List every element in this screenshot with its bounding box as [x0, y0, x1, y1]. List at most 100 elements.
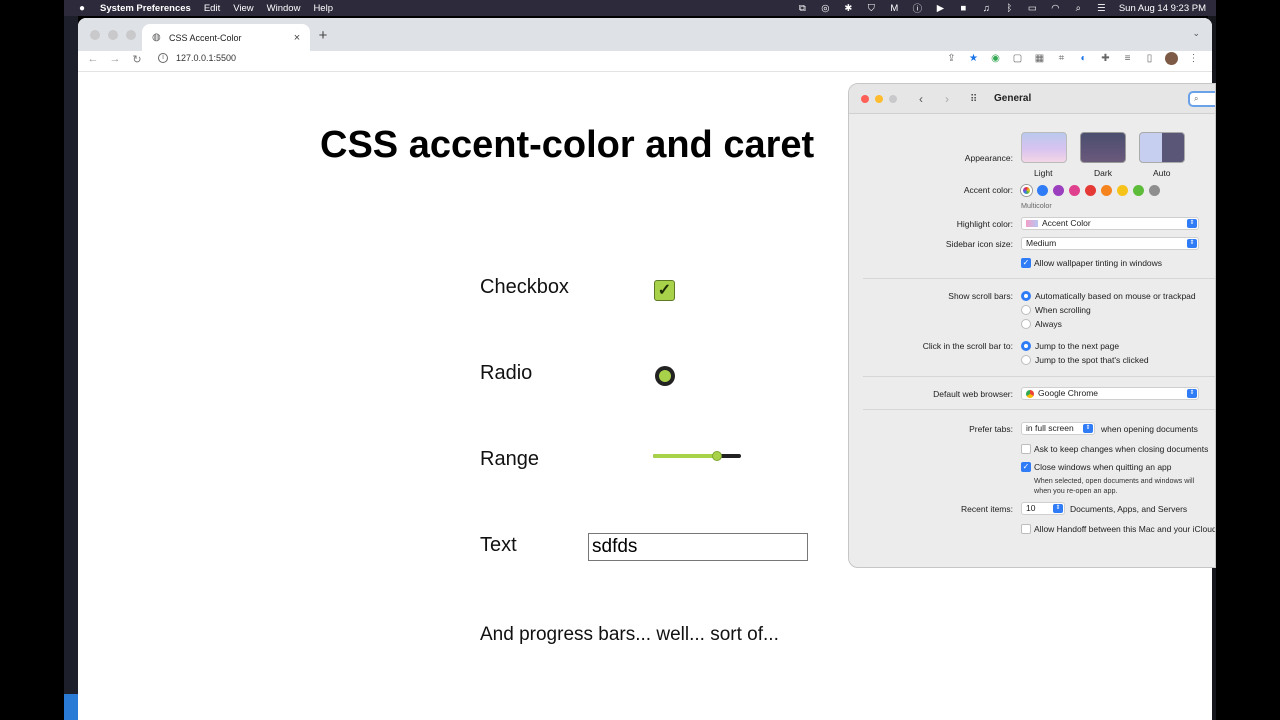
prefs-search-field[interactable]: ⌕: [1188, 91, 1215, 107]
progress-text: And progress bars... well... sort of...: [480, 624, 779, 645]
extension-code-icon[interactable]: ⌗: [1055, 52, 1068, 65]
color-picker-icon[interactable]: ◉: [989, 52, 1002, 65]
control-center-icon[interactable]: ☰: [1096, 3, 1107, 14]
creative-cloud-icon[interactable]: ◎: [820, 3, 831, 14]
handoff-label: Allow Handoff between this Mac and your …: [1034, 524, 1216, 534]
accent-color-swatch[interactable]: [1085, 185, 1096, 196]
extension-blue-icon[interactable]: ◐: [1077, 52, 1090, 65]
scroll-when-scrolling-radio[interactable]: [1021, 305, 1031, 315]
url-text: 127.0.0.1:5500: [176, 53, 237, 63]
close-tab-icon[interactable]: ×: [290, 32, 304, 44]
extension-icon[interactable]: ✱: [843, 3, 854, 14]
chevron-down-icon[interactable]: ⌄: [1192, 28, 1200, 39]
demo-radio[interactable]: [655, 366, 675, 386]
mail-icon[interactable]: M: [889, 3, 900, 14]
highlight-color-popup[interactable]: Accent Color ⇕: [1021, 217, 1199, 230]
wifi-icon[interactable]: ◠: [1050, 3, 1061, 14]
popup-arrows-icon: ⇕: [1187, 239, 1197, 248]
apple-menu-icon[interactable]: ●: [75, 3, 89, 14]
extension-box-icon[interactable]: ▢: [1011, 52, 1024, 65]
close-windows-label: Close windows when quitting an app: [1034, 462, 1172, 472]
search-icon[interactable]: ⌕: [1073, 3, 1084, 14]
zoom-window-button[interactable]: [126, 30, 136, 40]
appearance-dark-option[interactable]: [1080, 132, 1126, 163]
demo-text-input[interactable]: [588, 533, 808, 561]
menu-view[interactable]: View: [233, 3, 253, 14]
share-icon[interactable]: ⇪: [945, 52, 958, 65]
extension-grid-icon[interactable]: ▦: [1033, 52, 1046, 65]
reading-list-icon[interactable]: ≡: [1121, 52, 1134, 65]
info-icon[interactable]: ⓘ: [912, 4, 923, 15]
accent-color-swatch[interactable]: [1133, 185, 1144, 196]
profile-avatar[interactable]: [1165, 52, 1178, 65]
puzzle-icon[interactable]: ✚: [1099, 52, 1112, 65]
prefs-pane-title: General: [994, 93, 1032, 104]
demo-range-slider[interactable]: [653, 451, 741, 461]
scroll-auto-radio[interactable]: [1021, 291, 1031, 301]
menubar-clock[interactable]: Sun Aug 14 9:23 PM: [1119, 3, 1206, 14]
close-windows-checkbox[interactable]: ✓: [1021, 462, 1031, 472]
more-menu-icon[interactable]: ⋮: [1187, 52, 1200, 65]
demo-checkbox[interactable]: ✓: [654, 280, 675, 301]
headphones-icon[interactable]: ♫: [981, 3, 992, 14]
bookmark-star-icon[interactable]: ★: [967, 52, 980, 65]
show-all-grid-icon[interactable]: ⠿: [970, 94, 977, 105]
recent-items-stepper[interactable]: 10 ⇕: [1021, 502, 1065, 515]
record-icon[interactable]: ■: [958, 3, 969, 14]
prefs-back-icon[interactable]: ‹: [919, 92, 923, 106]
sidebar-icon[interactable]: ▯: [1143, 52, 1156, 65]
sidebar-icon-size-popup[interactable]: Medium ⇕: [1021, 237, 1199, 250]
accent-multicolor-swatch[interactable]: [1021, 185, 1032, 196]
accent-color-swatch[interactable]: [1101, 185, 1112, 196]
play-icon[interactable]: ▶: [935, 3, 946, 14]
accent-color-swatch[interactable]: [1037, 185, 1048, 196]
prefer-tabs-popup[interactable]: in full screen ⇕: [1021, 422, 1095, 435]
accent-color-swatch[interactable]: [1117, 185, 1128, 196]
handoff-checkbox[interactable]: [1021, 524, 1031, 534]
prefs-forward-icon[interactable]: ›: [945, 92, 949, 106]
prefer-tabs-label: Prefer tabs:: [969, 424, 1013, 434]
prefer-tabs-suffix: when opening documents: [1101, 424, 1198, 434]
battery-icon[interactable]: ▭: [1027, 3, 1038, 14]
appearance-light-option[interactable]: [1021, 132, 1067, 163]
scroll-bars-label: Show scroll bars:: [948, 291, 1013, 301]
jump-next-page-radio[interactable]: [1021, 341, 1031, 351]
prefs-close-button[interactable]: [861, 95, 869, 103]
site-info-icon[interactable]: i: [158, 53, 168, 63]
menu-app-name[interactable]: System Preferences: [100, 3, 191, 14]
prefs-minimize-button[interactable]: [875, 95, 883, 103]
recent-items-value: 10: [1026, 503, 1036, 513]
shield-icon[interactable]: ⛉: [866, 3, 877, 14]
menu-help[interactable]: Help: [313, 3, 333, 14]
tab-title: CSS Accent-Color: [169, 32, 242, 43]
scroll-auto-label: Automatically based on mouse or trackpad: [1035, 291, 1196, 301]
default-browser-popup[interactable]: Google Chrome ⇕: [1021, 387, 1199, 400]
address-bar[interactable]: i 127.0.0.1:5500: [158, 53, 236, 63]
reload-icon[interactable]: ↻: [130, 53, 144, 66]
screen-record-icon[interactable]: ⧉: [797, 3, 808, 14]
close-window-button[interactable]: [90, 30, 100, 40]
accent-color-swatch[interactable]: [1053, 185, 1064, 196]
bluetooth-icon[interactable]: ᛒ: [1004, 3, 1015, 14]
menu-edit[interactable]: Edit: [204, 3, 220, 14]
menu-window[interactable]: Window: [267, 3, 301, 14]
scroll-when-scrolling-label: When scrolling: [1035, 305, 1091, 315]
jump-spot-radio[interactable]: [1021, 355, 1031, 365]
ask-keep-changes-checkbox[interactable]: [1021, 444, 1031, 454]
highlight-swatch: [1026, 220, 1038, 228]
wallpaper-tint-checkbox[interactable]: ✓: [1021, 258, 1031, 268]
browser-tab[interactable]: ◍ CSS Accent-Color ×: [142, 24, 310, 51]
appearance-auto-option[interactable]: [1139, 132, 1185, 163]
globe-icon: ◍: [152, 31, 161, 43]
accent-color-swatch[interactable]: [1149, 185, 1160, 196]
scroll-always-radio[interactable]: [1021, 319, 1031, 329]
appearance-options: [1021, 132, 1198, 163]
accent-color-swatch[interactable]: [1069, 185, 1080, 196]
prefs-zoom-button[interactable]: [889, 95, 897, 103]
forward-arrow-icon[interactable]: →: [108, 53, 122, 65]
radio-label: Radio: [480, 362, 533, 384]
minimize-window-button[interactable]: [108, 30, 118, 40]
new-tab-button[interactable]: +: [316, 27, 330, 44]
range-thumb[interactable]: [712, 451, 723, 461]
back-arrow-icon[interactable]: ←: [86, 53, 100, 65]
